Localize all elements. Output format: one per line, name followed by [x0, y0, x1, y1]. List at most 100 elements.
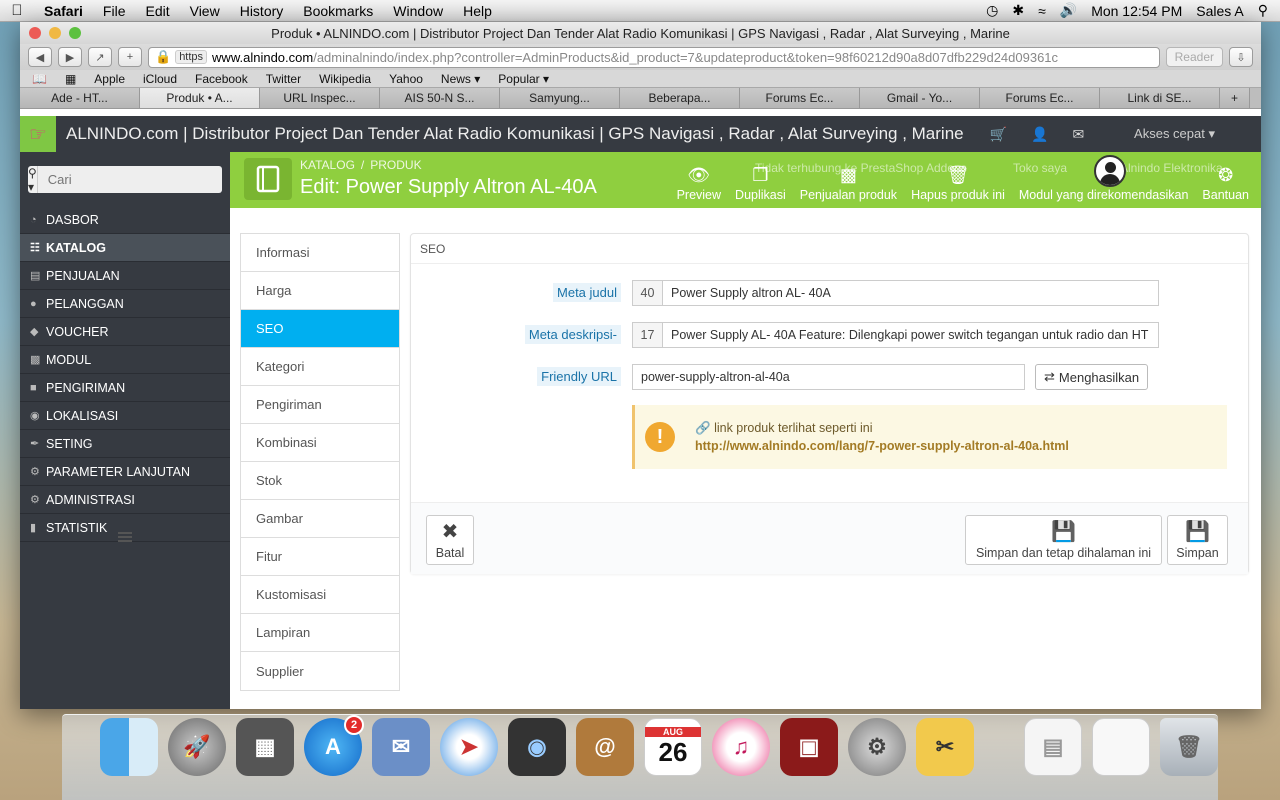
time-machine-icon[interactable]: ◷ — [986, 2, 998, 19]
sidebar-item-modul[interactable]: ▩ MODUL — [20, 346, 230, 374]
breadcrumb-katalog[interactable]: KATALOG — [300, 158, 355, 172]
tab-supplier[interactable]: Supplier — [241, 652, 399, 690]
volume-icon[interactable]: 🔊 — [1060, 2, 1077, 19]
menu-help[interactable]: Help — [453, 3, 502, 19]
tab-pengiriman[interactable]: Pengiriman — [241, 386, 399, 424]
browser-tab[interactable]: Samyung... — [500, 88, 620, 108]
bookmark-facebook[interactable]: Facebook — [195, 72, 248, 86]
tab-harga[interactable]: Harga — [241, 272, 399, 310]
reader-button[interactable]: Reader — [1165, 47, 1223, 67]
menu-window[interactable]: Window — [383, 3, 453, 19]
sidebar-item-pengiriman[interactable]: ■ PENGIRIMAN — [20, 374, 230, 402]
bookmark-twitter[interactable]: Twitter — [266, 72, 301, 86]
address-bar[interactable]: 🔒 https www.alnindo.com /adminalnindo/in… — [148, 46, 1160, 68]
menu-bookmarks[interactable]: Bookmarks — [293, 3, 383, 19]
trash-icon[interactable]: 🗑 — [1160, 718, 1218, 776]
sidebar-item-lokalisasi[interactable]: ◉ LOKALISASI — [20, 402, 230, 430]
app-store-icon[interactable]: A2 — [304, 715, 364, 776]
bookmark-yahoo[interactable]: Yahoo — [389, 72, 423, 86]
close-window-button[interactable] — [29, 27, 41, 39]
employee-name[interactable]: Alnindo Elektronika — [1120, 161, 1223, 175]
addons-notice[interactable]: Tidak terhubung ke PrestaShop Addons — [755, 161, 967, 175]
cancel-button[interactable]: ✖ Batal — [426, 515, 474, 565]
tab-kustomisasi[interactable]: Kustomisasi — [241, 576, 399, 614]
new-tab-button[interactable]: + — [118, 47, 142, 67]
sidebar-item-parameter-lanjutan[interactable]: ⚙ PARAMETER LANJUTAN — [20, 458, 230, 486]
save-button[interactable]: 💾 Simpan — [1167, 515, 1228, 565]
meta-title-field[interactable]: Power Supply altron AL- 40A — [662, 280, 1159, 306]
scissors-icon[interactable]: ✂ — [916, 718, 974, 776]
photo-booth-icon[interactable]: ▣ — [780, 718, 838, 776]
top-sites-icon[interactable]: ▦ — [65, 72, 76, 86]
browser-tab[interactable]: Beberapa... — [620, 88, 740, 108]
clock[interactable]: Mon 12:54 PM — [1091, 3, 1182, 19]
sidebar-item-administrasi[interactable]: ⚙ ADMINISTRASI — [20, 486, 230, 514]
blank-document-icon[interactable] — [1092, 718, 1150, 776]
tab-stok[interactable]: Stok — [241, 462, 399, 500]
browser-tab[interactable]: Gmail - Yo... — [860, 88, 980, 108]
envelope-icon[interactable]: ✉ — [1073, 126, 1085, 143]
contacts-icon[interactable]: @ — [576, 718, 634, 776]
browser-tab[interactable]: AIS 50-N S... — [380, 88, 500, 108]
menu-file[interactable]: File — [93, 3, 136, 19]
tab-gambar[interactable]: Gambar — [241, 500, 399, 538]
back-button[interactable]: ◀ — [28, 47, 52, 67]
document-icon[interactable]: ▤ — [1024, 718, 1082, 776]
search-input[interactable] — [37, 166, 222, 193]
tab-kombinasi[interactable]: Kombinasi — [241, 424, 399, 462]
menu-edit[interactable]: Edit — [135, 3, 179, 19]
my-store-link[interactable]: Toko saya — [1013, 161, 1067, 175]
sidebar-item-seting[interactable]: ✒ SETING — [20, 430, 230, 458]
browser-tab[interactable]: Forums Ec... — [740, 88, 860, 108]
sidebar-item-pelanggan[interactable]: ● PELANGGAN — [20, 290, 230, 318]
apple-menu-icon[interactable]:  — [0, 2, 34, 19]
breadcrumb-produk[interactable]: PRODUK — [370, 158, 421, 172]
cart-icon[interactable]: 🛒 — [990, 126, 1007, 143]
avatar[interactable] — [1094, 155, 1126, 187]
shop-title[interactable]: ALNINDO.com | Distributor Project Dan Te… — [66, 124, 964, 144]
generate-url-button[interactable]: ⇄ Menghasilkan — [1035, 364, 1149, 390]
system-preferences-icon[interactable]: ⚙ — [848, 718, 906, 776]
quick-access-menu[interactable]: Akses cepat ▾ — [1134, 126, 1215, 142]
user-menu[interactable]: Sales A — [1196, 3, 1243, 19]
zoom-window-button[interactable] — [69, 27, 81, 39]
tab-informasi[interactable]: Informasi — [241, 234, 399, 272]
bookmark-icloud[interactable]: iCloud — [143, 72, 177, 86]
bluetooth-icon[interactable]: ✱ — [1012, 2, 1024, 19]
itunes-icon[interactable]: ♫ — [712, 718, 770, 776]
minimize-window-button[interactable] — [49, 27, 61, 39]
menu-history[interactable]: History — [230, 3, 294, 19]
sidebar-collapse-icon[interactable] — [118, 532, 132, 542]
browser-tab[interactable]: Ade - HT... — [20, 88, 140, 108]
search-icon[interactable]: ⚲ ▾ — [28, 166, 38, 193]
reading-list-icon[interactable]: 📖 — [32, 72, 47, 86]
bookmark-news[interactable]: News ▾ — [441, 72, 480, 86]
preview-button[interactable]: 👁 Preview — [677, 165, 721, 202]
add-tab-button[interactable]: + — [1220, 88, 1250, 108]
share-button[interactable]: ↗ — [88, 47, 112, 67]
facetime-icon[interactable]: ◉ — [508, 718, 566, 776]
bookmark-wikipedia[interactable]: Wikipedia — [319, 72, 371, 86]
finder-icon[interactable] — [100, 718, 158, 776]
browser-tab[interactable]: Forums Ec... — [980, 88, 1100, 108]
product-url-preview[interactable]: http://www.alnindo.com/lang/7-power-supp… — [695, 437, 1069, 455]
menu-view[interactable]: View — [180, 3, 230, 19]
save-and-stay-button[interactable]: 💾 Simpan dan tetap dihalaman ini — [965, 515, 1162, 565]
sidebar-item-voucher[interactable]: ◆ VOUCHER — [20, 318, 230, 346]
user-icon[interactable]: 👤 — [1031, 126, 1048, 143]
browser-tab-active[interactable]: Produk • A... — [140, 88, 260, 108]
meta-description-field[interactable]: Power Supply AL- 40A Feature: Dilengkapi… — [662, 322, 1159, 348]
tab-fitur[interactable]: Fitur — [241, 538, 399, 576]
friendly-url-field[interactable]: power-supply-altron-al-40a — [632, 364, 1025, 390]
forward-button[interactable]: ▶ — [58, 47, 82, 67]
safari-icon[interactable]: ➤ — [440, 718, 498, 776]
spotlight-icon[interactable]: ⚲ — [1258, 2, 1268, 19]
tab-lampiran[interactable]: Lampiran — [241, 614, 399, 652]
tab-seo[interactable]: SEO — [241, 310, 399, 348]
launchpad-icon[interactable]: 🚀 — [168, 718, 226, 776]
bookmark-popular[interactable]: Popular ▾ — [498, 72, 549, 86]
sidebar-item-dasbor[interactable]: ◔ DASBOR — [20, 206, 230, 234]
mission-control-icon[interactable]: ▦ — [236, 718, 294, 776]
browser-tab[interactable]: Link di SE... — [1100, 88, 1220, 108]
sidebar-item-katalog[interactable]: ☷ KATALOG — [20, 234, 230, 262]
